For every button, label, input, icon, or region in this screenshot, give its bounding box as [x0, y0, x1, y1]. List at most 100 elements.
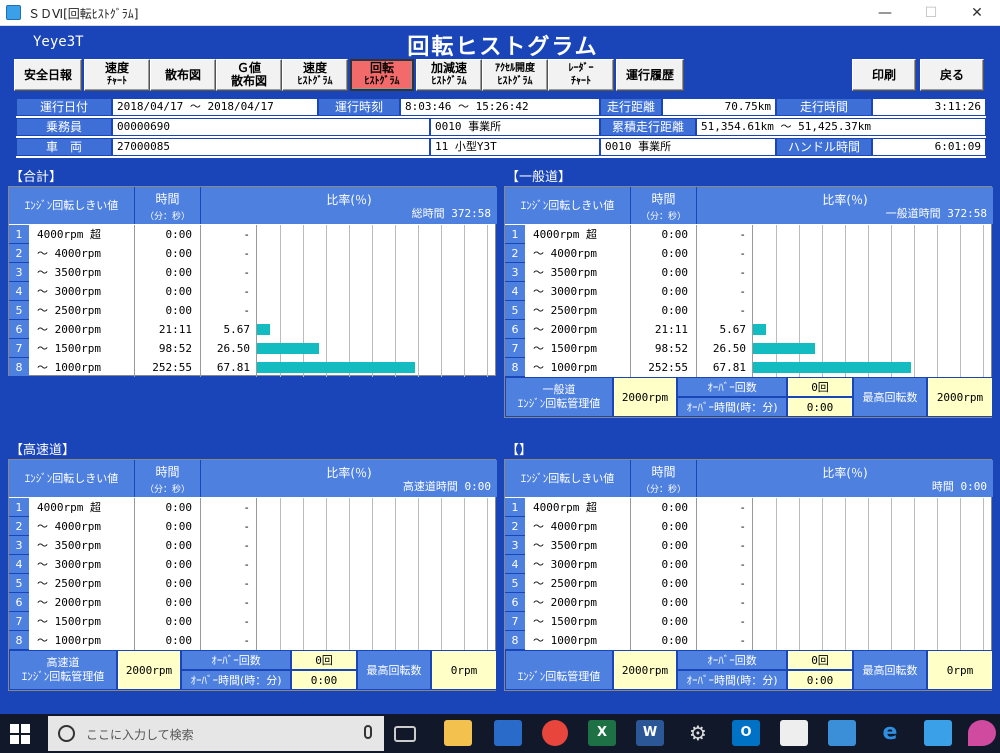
settings-gear-icon[interactable]: ⚙: [684, 720, 712, 746]
outlook-icon[interactable]: O: [732, 720, 760, 746]
file-explorer-icon[interactable]: [444, 720, 472, 746]
toolbar: 安全日報 速度 ﾁｬｰﾄ 散布図 Ｇ値 散布図 速度 ﾋｽﾄｸﾞﾗﾑ 回転 ﾋｽﾄｸﾞﾗ…: [14, 59, 986, 93]
row-number: 7: [9, 612, 29, 631]
vehicle-office-value: 0010 事業所: [600, 138, 776, 156]
row-number: 2: [9, 244, 29, 263]
row-number: 2: [505, 517, 525, 536]
app-shortcut-icon[interactable]: [828, 720, 856, 746]
internet-explorer-icon[interactable]: e: [876, 720, 904, 746]
rpm-threshold: ～ 4000rpm: [29, 244, 135, 263]
excel-icon[interactable]: X: [588, 720, 616, 746]
row-number: 5: [9, 574, 29, 593]
back-button[interactable]: 戻る: [920, 59, 984, 91]
time-header: 時間 （分：秒）: [631, 187, 697, 224]
start-button[interactable]: [10, 724, 30, 744]
rotation-histogram-button[interactable]: 回転 ﾋｽﾄｸﾞﾗﾑ: [350, 59, 414, 91]
row-ratio: -: [697, 593, 753, 612]
throttle-hist-label-2: ﾋｽﾄｸﾞﾗﾑ: [497, 76, 533, 87]
histogram-panel-total: ｴﾝｼﾞﾝ回転しきい値 時間 （分：秒） 比率(％) 総時間 372:58 1 4000rp…: [8, 186, 497, 377]
histogram-row: 8 ～ 1000rpm 252:55 67.81: [505, 358, 993, 377]
histogram-row: 5 ～ 2500rpm 0:00-: [9, 574, 497, 593]
over-time-value: 0:00: [291, 670, 357, 690]
row-time: 0:00: [631, 498, 697, 517]
rpm-threshold: ～ 2500rpm: [525, 574, 631, 593]
histogram-row: 1 4000rpm 超 0:00-: [505, 225, 993, 244]
over-count-label: ｵｰﾊﾞｰ回数: [677, 377, 787, 397]
row-number: 7: [505, 612, 525, 631]
max-rpm-value: 0rpm: [927, 650, 993, 690]
row-number: 1: [505, 225, 525, 244]
management-name: 一般道: [542, 383, 576, 396]
histogram-row: 8 ～ 1000rpm 0:00-: [505, 631, 993, 650]
g-scatter-label-2: 散布図: [230, 74, 267, 88]
task-view-icon[interactable]: [394, 726, 416, 742]
max-rpm-label: 最高回転数: [357, 650, 431, 690]
close-button[interactable]: ✕: [954, 0, 1000, 26]
time-header: 時間 （分：秒）: [631, 460, 697, 497]
row-ratio: -: [201, 498, 257, 517]
speed-histogram-button[interactable]: 速度 ﾋｽﾄｸﾞﾗﾑ: [282, 59, 348, 91]
panel-title-other: 【】: [506, 443, 533, 458]
radar-chart-button[interactable]: ﾚｰﾀﾞｰ ﾁｬｰﾄ: [548, 59, 614, 91]
row-time: 21:11: [631, 320, 697, 339]
word-icon[interactable]: W: [636, 720, 664, 746]
chrome-icon[interactable]: [542, 720, 568, 746]
row-number: 2: [9, 517, 29, 536]
row-ratio: -: [697, 574, 753, 593]
taskbar-search[interactable]: ここに入力して検索: [48, 716, 384, 751]
safety-report-button[interactable]: 安全日報: [14, 59, 82, 91]
row-number: 4: [505, 282, 525, 301]
rot-hist-label-1: 回転: [369, 61, 394, 75]
minimize-button[interactable]: —: [862, 0, 908, 26]
rpm-threshold: ～ 3000rpm: [525, 555, 631, 574]
row-ratio: -: [697, 517, 753, 536]
rpm-threshold: ～ 3500rpm: [525, 536, 631, 555]
row-time: 0:00: [135, 244, 201, 263]
rpm-threshold: ～ 1000rpm: [525, 358, 631, 377]
time-unit-label: （分：秒）: [640, 212, 686, 222]
print-button[interactable]: 印刷: [852, 59, 916, 91]
maps-pin-icon[interactable]: [968, 720, 996, 746]
sdvi-app-icon[interactable]: [924, 720, 952, 746]
time-header-label: 時間: [651, 192, 676, 206]
time-header-label: 時間: [651, 465, 676, 479]
runtime-label: 走行時間: [776, 98, 872, 116]
row-ratio: -: [201, 263, 257, 282]
speed-chart-label-2: ﾁｬｰﾄ: [107, 76, 127, 87]
document-icon[interactable]: [780, 720, 808, 746]
vehicle-value: 27000085: [112, 138, 430, 156]
speed-chart-button[interactable]: 速度 ﾁｬｰﾄ: [84, 59, 150, 91]
store-icon[interactable]: [494, 720, 522, 746]
microphone-icon[interactable]: [364, 725, 372, 739]
scatter-button[interactable]: 散布図: [150, 59, 216, 91]
g-scatter-button[interactable]: Ｇ値 散布図: [216, 59, 282, 91]
accel-histogram-button[interactable]: 加減速 ﾋｽﾄｸﾞﾗﾑ: [416, 59, 482, 91]
date-value: 2018/04/17 ～ 2018/04/17: [112, 98, 318, 116]
row-time: 21:11: [135, 320, 201, 339]
time-header-label: 時間: [155, 192, 180, 206]
rpm-threshold: ～ 2000rpm: [29, 320, 135, 339]
operation-history-button[interactable]: 運行履歴: [616, 59, 684, 91]
runtime-value: 3:11:26: [872, 98, 986, 116]
row-number: 4: [9, 282, 29, 301]
histogram-row: 3 ～ 3500rpm 0:00-: [505, 263, 993, 282]
history-label: 運行履歴: [625, 67, 674, 82]
vehicle-label: 車 両: [16, 138, 112, 156]
row-time: 0:00: [135, 517, 201, 536]
driver-label: 乗務員: [16, 118, 112, 136]
time-unit-label: （分：秒）: [144, 485, 190, 495]
maximize-button[interactable]: ☐: [908, 0, 954, 26]
row-ratio: -: [201, 536, 257, 555]
rpm-threshold: ～ 1000rpm: [29, 358, 135, 377]
throttle-histogram-button[interactable]: ｱｸｾﾙ開度 ﾋｽﾄｸﾞﾗﾑ: [482, 59, 548, 91]
cumulative-distance-label: 累積走行距離: [600, 118, 696, 136]
row-time: 98:52: [135, 339, 201, 358]
row-time: 0:00: [631, 631, 697, 650]
row-ratio: -: [201, 574, 257, 593]
histogram-row: 4 ～ 3000rpm 0:00-: [505, 555, 993, 574]
time-value: 8:03:46 ～ 15:26:42: [400, 98, 600, 116]
row-number: 6: [505, 320, 525, 339]
ratio-header: 比率(％) 総時間 372:58: [201, 187, 497, 224]
row-number: 1: [9, 225, 29, 244]
time-header-label: 時間: [155, 465, 180, 479]
